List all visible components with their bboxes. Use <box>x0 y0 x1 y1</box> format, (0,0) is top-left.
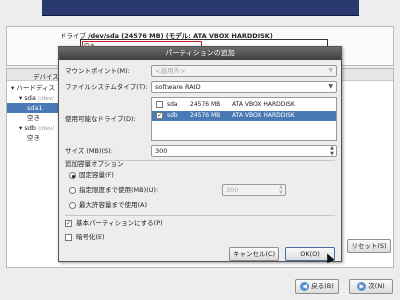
extra-size-heading: 追加容量オプション <box>65 160 124 168</box>
allowed-drives-label: 使用可能なドライブ(D): <box>65 115 136 123</box>
fixed-size-label: 固定容量(F) <box>79 171 114 179</box>
size-value: 300 <box>155 147 168 155</box>
primary-partition-label: 基本パーティションにする(P) <box>76 219 163 227</box>
fill-max-label: 最大許容量まで使用(A) <box>79 201 148 209</box>
primary-partition-checkbox[interactable]: ✓ <box>65 220 72 227</box>
next-label: 次(N) <box>368 282 385 290</box>
drive-checkbox-sdb[interactable]: ✓ <box>156 112 163 119</box>
encrypt-label: 暗号化(E) <box>76 233 105 241</box>
tree-item-label: 空き <box>27 114 40 122</box>
separator <box>65 215 335 216</box>
size-input[interactable]: 300 ▲ ▼ <box>151 145 337 157</box>
limit-value: 300 <box>226 186 239 194</box>
next-button[interactable]: ▶ 次(N) <box>349 279 393 294</box>
arrow-right-icon: ▶ <box>357 281 367 291</box>
device-column-header: デバイス <box>33 73 59 81</box>
drive-name: sdb <box>167 112 178 119</box>
encrypt-checkbox[interactable] <box>65 234 72 241</box>
tree-item-label: sda <box>24 94 36 102</box>
back-button[interactable]: ◀ 戻る(B) <box>295 279 339 294</box>
fill-to-limit-radio[interactable] <box>69 187 76 194</box>
tree-item-sub: (/dev/ <box>37 96 54 102</box>
drive-row-sdb[interactable]: ✓ sdb 24576 MB ATA VBOX HARDDISK <box>152 111 336 121</box>
fill-to-limit-label: 指定限度まで使用(MB)(U): <box>79 186 159 194</box>
drive-model: ATA VBOX HARDDISK <box>232 101 295 108</box>
drive-checkbox-sda[interactable] <box>156 101 163 108</box>
spin-arrows-icon[interactable]: ▲ ▼ <box>330 145 334 157</box>
drive-size: 24576 MB <box>190 112 221 119</box>
tree-item-label: sda1 <box>27 104 43 112</box>
size-label: サイズ (MB)(S): <box>65 147 113 155</box>
spin-arrows-icon[interactable]: ▲ ▼ <box>279 184 283 196</box>
tree-item-label: ハードディス <box>16 84 55 92</box>
mount-point-value: <適用外> <box>155 67 186 75</box>
mount-point-label: マウントポイント(M): <box>65 67 130 75</box>
add-partition-dialog: パーティションの追加 マウントポイント(M): <適用外> ▼ ファイルシステム… <box>58 46 342 262</box>
tree-item-sub: (/dev/ <box>38 126 55 132</box>
mount-point-combo[interactable]: <適用外> ▼ <box>151 65 337 77</box>
drive-row-sda[interactable]: sda 24576 MB ATA VBOX HARDDISK <box>152 100 336 110</box>
header-banner <box>42 0 359 16</box>
fill-max-radio[interactable] <box>69 202 76 209</box>
drive-name: sda <box>167 101 178 108</box>
reset-button[interactable]: リセット(S) <box>347 239 391 253</box>
tree-item-label: 空き <box>27 134 40 142</box>
fs-type-value: software RAID <box>155 83 201 91</box>
dropdown-arrow-icon: ▼ <box>328 67 333 74</box>
drive-size: 24576 MB <box>190 101 221 108</box>
limit-input[interactable]: 300 ▲ ▼ <box>222 184 286 196</box>
tree-item-label: sdb <box>24 124 36 132</box>
fixed-size-radio[interactable] <box>69 172 76 179</box>
fs-type-label: ファイルシステムタイプ(T): <box>65 83 148 91</box>
back-label: 戻る(B) <box>311 282 334 290</box>
arrow-left-icon: ◀ <box>300 281 310 291</box>
fs-type-select[interactable]: software RAID ▼ <box>151 81 337 93</box>
drives-list[interactable]: sda 24576 MB ATA VBOX HARDDISK ✓ sdb 245… <box>151 97 337 141</box>
dropdown-arrow-icon: ▼ <box>328 83 333 90</box>
dialog-title: パーティションの追加 <box>59 47 341 60</box>
cancel-button[interactable]: キャンセル(C) <box>229 247 279 261</box>
drive-model: ATA VBOX HARDDISK <box>232 112 295 119</box>
